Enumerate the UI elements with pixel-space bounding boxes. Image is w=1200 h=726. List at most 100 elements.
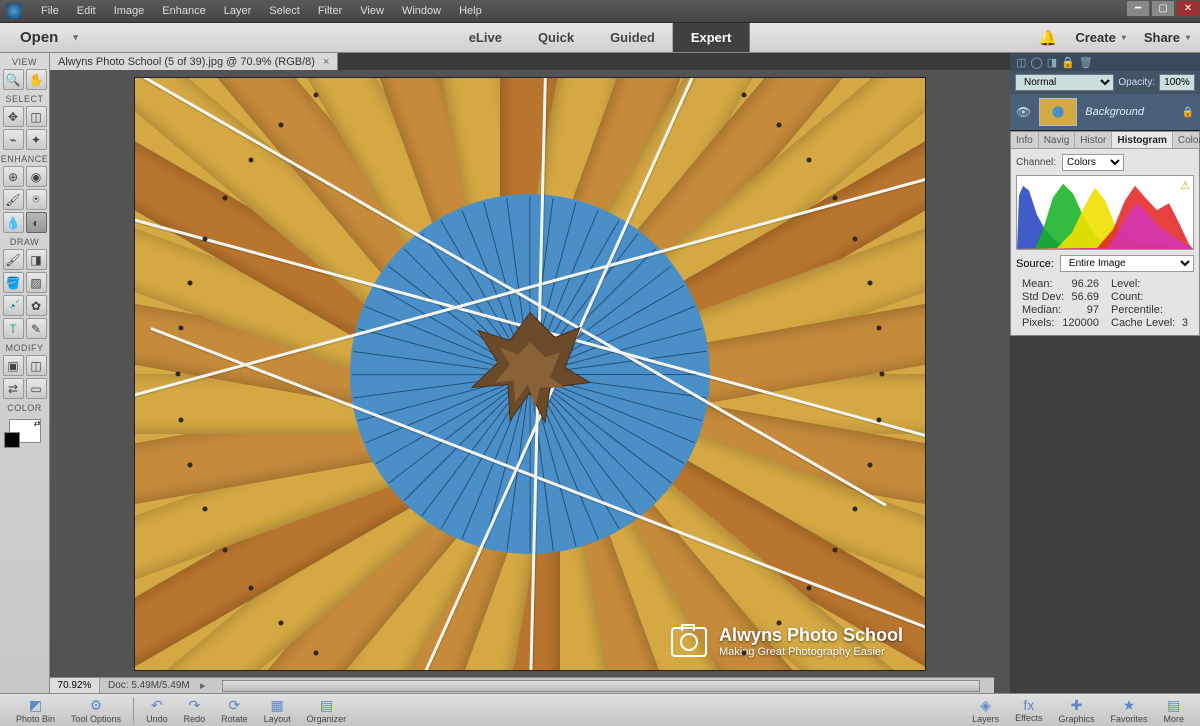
panel-tab-histogram[interactable]: Histogram (1112, 132, 1172, 148)
visibility-icon[interactable]: 👁 (1016, 105, 1031, 119)
bottom-redo[interactable]: ↷Redo (176, 697, 214, 724)
layers-panel: ◫ ◯ ◨ 🔒 🗑 Normal Opacity: 👁 Background 🔒 (1010, 53, 1200, 131)
marquee-tool[interactable]: ◫ (26, 106, 47, 127)
menu-window[interactable]: Window (393, 5, 450, 17)
open-button[interactable]: Open (0, 29, 98, 46)
layer-thumbnail (1039, 98, 1077, 126)
bottom-layout[interactable]: ▦Layout (256, 697, 299, 724)
canvas[interactable]: Alwyns Photo School Making Great Photogr… (135, 78, 925, 670)
document-tab[interactable]: Alwyns Photo School (5 of 39).jpg @ 70.9… (50, 53, 338, 70)
menu-select[interactable]: Select (260, 5, 309, 17)
blur-tool[interactable]: 💧 (3, 212, 24, 233)
content-move-tool[interactable]: ▭ (26, 378, 47, 399)
panel-tab-color[interactable]: Color (1173, 132, 1200, 148)
status-bar: 70.92% Doc: 5.49M/5.49M ▸ (50, 677, 994, 693)
eyedropper-tool[interactable]: 💉 (3, 295, 24, 316)
create-button[interactable]: Create (1075, 30, 1125, 45)
bottom-favorites[interactable]: ★Favorites (1102, 697, 1155, 724)
bottom-layers[interactable]: ◈Layers (964, 697, 1007, 724)
brush-tool[interactable]: 🖌 (3, 249, 24, 270)
mode-tab-guided[interactable]: Guided (592, 23, 673, 52)
maximize-button[interactable]: ▢ (1151, 0, 1175, 17)
smart-brush-tool[interactable]: 🖌 (3, 189, 24, 210)
bottom-bar: ◩Photo Bin⚙Tool Options ↶Undo↷Redo⟳Rotate… (0, 693, 1200, 726)
bottom-photo-bin[interactable]: ◩Photo Bin (8, 697, 63, 724)
bottom-rotate[interactable]: ⟳Rotate (213, 697, 256, 724)
channel-select[interactable]: Colors (1062, 154, 1124, 171)
layer-item[interactable]: 👁 Background 🔒 (1010, 94, 1200, 130)
empty-panel-area (1010, 336, 1200, 693)
hand-tool[interactable]: ✋ (26, 69, 47, 90)
balloon-crown (460, 303, 600, 433)
delete-layer-icon[interactable]: 🗑 (1079, 56, 1093, 69)
zoom-tool[interactable]: 🔍 (3, 69, 24, 90)
straighten-tool[interactable]: ⇄ (3, 378, 24, 399)
right-panels: ◫ ◯ ◨ 🔒 🗑 Normal Opacity: 👁 Background 🔒… (1010, 53, 1200, 693)
blend-mode-select[interactable]: Normal (1015, 74, 1114, 91)
mode-tab-elive[interactable]: eLive (451, 23, 520, 52)
canvas-viewport[interactable]: Alwyns Photo School Making Great Photogr… (50, 70, 1010, 693)
stat-row: Percentile: (1105, 304, 1194, 317)
new-layer-icon[interactable]: ◫ (1016, 56, 1026, 69)
horizontal-scrollbar[interactable] (222, 680, 980, 692)
swap-colors-icon[interactable]: ⇄ (34, 419, 41, 428)
doc-info-dropdown[interactable]: ▸ (198, 679, 208, 692)
bottom-organizer[interactable]: ▤Organizer (299, 697, 355, 724)
menu-file[interactable]: File (32, 5, 68, 17)
menu-edit[interactable]: Edit (68, 5, 105, 17)
mode-bar: Open eLiveQuickGuidedExpert 🔔 Create Sha… (0, 23, 1200, 53)
mode-tab-quick[interactable]: Quick (520, 23, 592, 52)
mode-tab-expert[interactable]: Expert (673, 23, 749, 52)
pencil-tool[interactable]: ✎ (26, 318, 47, 339)
panel-tab-info[interactable]: Info (1011, 132, 1039, 148)
lock-icon[interactable]: 🔒 (1061, 56, 1075, 69)
close-button[interactable]: ✕ (1176, 0, 1200, 17)
adjustment-icon[interactable]: ◨ (1047, 56, 1057, 69)
menu-enhance[interactable]: Enhance (153, 5, 214, 17)
cache-warning-icon[interactable]: ⚠ (1180, 179, 1190, 192)
menu-help[interactable]: Help (450, 5, 491, 17)
layer-mask-icon[interactable]: ◯ (1030, 56, 1042, 69)
quick-select-tool[interactable]: ✦ (26, 129, 47, 150)
sponge-tool[interactable]: ◐ (26, 212, 47, 233)
section-select: SELECT (5, 94, 43, 104)
bottom-graphics[interactable]: ✚Graphics (1050, 697, 1102, 724)
color-swatch[interactable]: ⇄ (9, 419, 41, 443)
doc-info: Doc: 5.49M/5.49M (100, 680, 198, 691)
bottom-effects[interactable]: fxEffects (1007, 697, 1050, 723)
fill-tool[interactable]: 🪣 (3, 272, 24, 293)
section-draw: DRAW (10, 237, 39, 247)
channel-label: Channel: (1016, 157, 1056, 168)
close-tab-icon[interactable]: × (323, 56, 329, 68)
shape-tool[interactable]: ✿ (26, 295, 47, 316)
crop-tool[interactable]: ▣ (3, 355, 24, 376)
lasso-tool[interactable]: ⌁ (3, 129, 24, 150)
bottom-tool-options[interactable]: ⚙Tool Options (63, 697, 129, 724)
opacity-label: Opacity: (1118, 77, 1155, 88)
share-button[interactable]: Share (1144, 30, 1190, 45)
spot-heal-tool[interactable]: ◉ (26, 166, 47, 187)
redeye-tool[interactable]: ⊕ (3, 166, 24, 187)
menu-filter[interactable]: Filter (309, 5, 351, 17)
clone-tool[interactable]: ⍟ (26, 189, 47, 210)
notifications-icon[interactable]: 🔔 (1039, 29, 1058, 47)
panel-tab-navig[interactable]: Navig (1039, 132, 1076, 148)
menu-view[interactable]: View (351, 5, 393, 17)
recompose-tool[interactable]: ◫ (26, 355, 47, 376)
bottom-undo[interactable]: ↶Undo (138, 697, 176, 724)
camera-icon (671, 627, 707, 657)
move-tool[interactable]: ✥ (3, 106, 24, 127)
eraser-tool[interactable]: ◨ (26, 249, 47, 270)
minimize-button[interactable]: ━ (1126, 0, 1150, 17)
section-modify: MODIFY (6, 343, 44, 353)
bottom-more[interactable]: ▤More (1155, 697, 1192, 724)
zoom-indicator[interactable]: 70.92% (50, 678, 100, 693)
opacity-input[interactable] (1159, 74, 1195, 91)
text-tool[interactable]: T (3, 318, 24, 339)
gradient-tool[interactable]: ▨ (26, 272, 47, 293)
panel-tab-histor[interactable]: Histor (1075, 132, 1112, 148)
source-select[interactable]: Entire Image (1060, 255, 1194, 272)
stat-row: Std Dev:56.69 (1016, 291, 1105, 304)
menu-image[interactable]: Image (105, 5, 154, 17)
menu-layer[interactable]: Layer (215, 5, 261, 17)
